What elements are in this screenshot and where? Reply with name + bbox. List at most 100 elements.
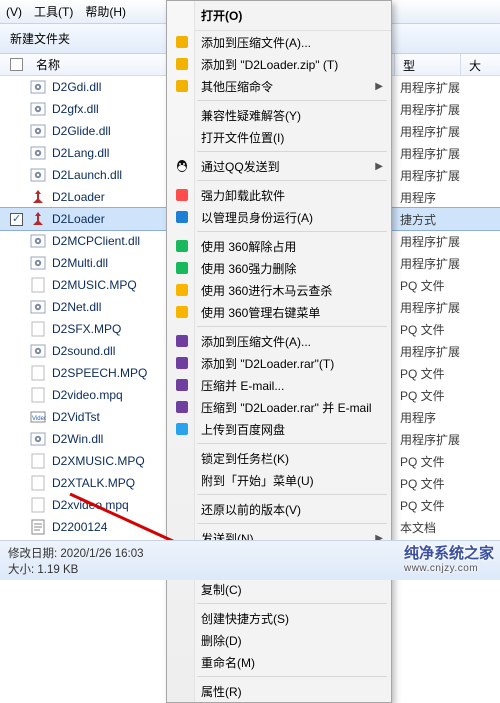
rar-icon — [173, 354, 191, 372]
rar-icon — [173, 376, 191, 394]
menu-item[interactable]: 重命名(M) — [167, 651, 391, 673]
menu-item[interactable]: 添加到 "D2Loader.rar"(T) — [167, 352, 391, 374]
menu-item[interactable]: 以管理员身份运行(A) — [167, 206, 391, 228]
menu-item-label: 使用 360强力删除 — [201, 260, 296, 277]
file-icon — [30, 189, 46, 205]
file-name: D2XMUSIC.MPQ — [52, 454, 145, 468]
archive-icon — [173, 33, 191, 51]
menu-item[interactable]: 其他压缩命令▶ — [167, 75, 391, 97]
file-type: 用程序扩展 — [394, 252, 500, 274]
menu-item[interactable]: 复制(C) — [167, 578, 391, 600]
menu-separator — [197, 443, 387, 444]
file-type: PQ 文件 — [394, 494, 500, 516]
qq-icon — [173, 157, 191, 175]
status-date-value: 2020/1/26 16:03 — [60, 548, 143, 560]
menu-item[interactable]: 属性(R) — [167, 680, 391, 702]
menu-item-label: 添加到压缩文件(A)... — [201, 34, 311, 51]
file-name: D2Loader — [52, 212, 105, 226]
status-size-label: 大小: — [8, 564, 34, 576]
menu-item-label: 通过QQ发送到 — [201, 158, 280, 175]
column-extra[interactable]: 大 — [460, 54, 500, 76]
column-name[interactable]: 名称 — [36, 56, 60, 73]
menu-item[interactable]: 使用 360解除占用 — [167, 235, 391, 257]
menu-item[interactable]: 添加到压缩文件(A)... — [167, 330, 391, 352]
menu-item[interactable]: 强力卸载此软件 — [167, 184, 391, 206]
menu-item-label: 使用 360解除占用 — [201, 238, 296, 255]
file-name: D2VidTst — [52, 410, 100, 424]
menu-open[interactable]: 打开(O) — [167, 1, 391, 31]
360y-icon — [173, 303, 191, 321]
menu-item-label: 复制(C) — [201, 581, 242, 598]
archive-icon — [173, 55, 191, 73]
file-type: 用程序 — [394, 406, 500, 428]
file-icon — [30, 101, 46, 117]
file-name: D2gfx.dll — [52, 102, 99, 116]
file-type: 用程序扩展 — [394, 120, 500, 142]
menu-item[interactable]: 使用 360进行木马云查杀 — [167, 279, 391, 301]
menu-item-label: 还原以前的版本(V) — [201, 501, 301, 518]
file-icon — [30, 123, 46, 139]
file-name: D2XTALK.MPQ — [52, 476, 135, 490]
menu-separator — [197, 676, 387, 677]
column-type[interactable]: 型 — [394, 54, 415, 76]
select-all-checkbox[interactable] — [10, 58, 23, 71]
type-column: 用程序扩展用程序扩展用程序扩展用程序扩展用程序扩展用程序捷方式用程序扩展用程序扩… — [394, 76, 500, 560]
menu-item-label: 使用 360进行木马云查杀 — [201, 282, 332, 299]
context-menu[interactable]: 打开(O) 添加到压缩文件(A)... 添加到 "D2Loader.zip" (T… — [166, 0, 392, 703]
menu-item-label: 附到「开始」菜单(U) — [201, 472, 314, 489]
file-type: PQ 文件 — [394, 384, 500, 406]
file-icon — [30, 475, 46, 491]
menu-item[interactable]: 添加到 "D2Loader.zip" (T) — [167, 53, 391, 75]
file-name: D2MCPClient.dll — [52, 234, 140, 248]
menu-item[interactable]: 通过QQ发送到 ▶ — [167, 155, 391, 177]
file-icon — [30, 343, 46, 359]
file-type: 用程序扩展 — [394, 296, 500, 318]
new-folder-button[interactable]: 新建文件夹 — [10, 30, 70, 47]
status-date-label: 修改日期: — [8, 548, 57, 560]
menu-item-label: 添加到 "D2Loader.zip" (T) — [201, 56, 338, 73]
menu-item[interactable]: 压缩并 E-mail... — [167, 374, 391, 396]
menu-item[interactable]: 创建快捷方式(S) — [167, 607, 391, 629]
menu-item-label: 重命名(M) — [201, 654, 255, 671]
menu-separator — [197, 523, 387, 524]
file-type: 用程序扩展 — [394, 340, 500, 362]
menu-item[interactable]: 压缩到 "D2Loader.rar" 并 E-mail — [167, 396, 391, 418]
menu-item[interactable]: 删除(D) — [167, 629, 391, 651]
menu-separator — [197, 326, 387, 327]
menu-item[interactable]: 打开文件位置(I) — [167, 126, 391, 148]
file-name: D2MUSIC.MPQ — [52, 278, 137, 292]
rar-icon — [173, 398, 191, 416]
file-name: D2Lang.dll — [52, 146, 109, 160]
menu-item[interactable]: 附到「开始」菜单(U) — [167, 469, 391, 491]
file-name: D2Multi.dll — [52, 256, 108, 270]
menu-view[interactable]: (V) — [6, 5, 22, 19]
menu-item[interactable]: 上传到百度网盘 — [167, 418, 391, 440]
menu-item[interactable]: 添加到压缩文件(A)... — [167, 31, 391, 53]
menu-separator — [197, 494, 387, 495]
menu-item[interactable]: 使用 360强力删除 — [167, 257, 391, 279]
menu-item[interactable]: 还原以前的版本(V) — [167, 498, 391, 520]
menu-item[interactable]: 兼容性疑难解答(Y) — [167, 104, 391, 126]
menu-item-label: 压缩到 "D2Loader.rar" 并 E-mail — [201, 399, 372, 416]
file-icon — [30, 453, 46, 469]
file-type: PQ 文件 — [394, 450, 500, 472]
row-checkbox[interactable] — [10, 213, 23, 226]
file-icon — [30, 211, 46, 227]
menu-item[interactable]: 锁定到任务栏(K) — [167, 447, 391, 469]
menu-item-label: 使用 360管理右键菜单 — [201, 304, 320, 321]
menu-item-label: 锁定到任务栏(K) — [201, 450, 289, 467]
file-icon — [30, 387, 46, 403]
menu-help[interactable]: 帮助(H) — [85, 3, 126, 20]
file-name: D2200124 — [52, 520, 107, 534]
file-type: 用程序 — [394, 186, 500, 208]
menu-tools[interactable]: 工具(T) — [34, 3, 73, 20]
file-icon — [30, 497, 46, 513]
file-icon — [30, 145, 46, 161]
file-icon: Video — [30, 409, 46, 425]
file-name: D2Glide.dll — [52, 124, 111, 138]
submenu-arrow-icon: ▶ — [375, 161, 383, 172]
menu-item-label: 强力卸载此软件 — [201, 187, 285, 204]
file-type: 捷方式 — [394, 208, 500, 230]
menu-item[interactable]: 使用 360管理右键菜单 — [167, 301, 391, 323]
file-icon — [30, 519, 46, 535]
